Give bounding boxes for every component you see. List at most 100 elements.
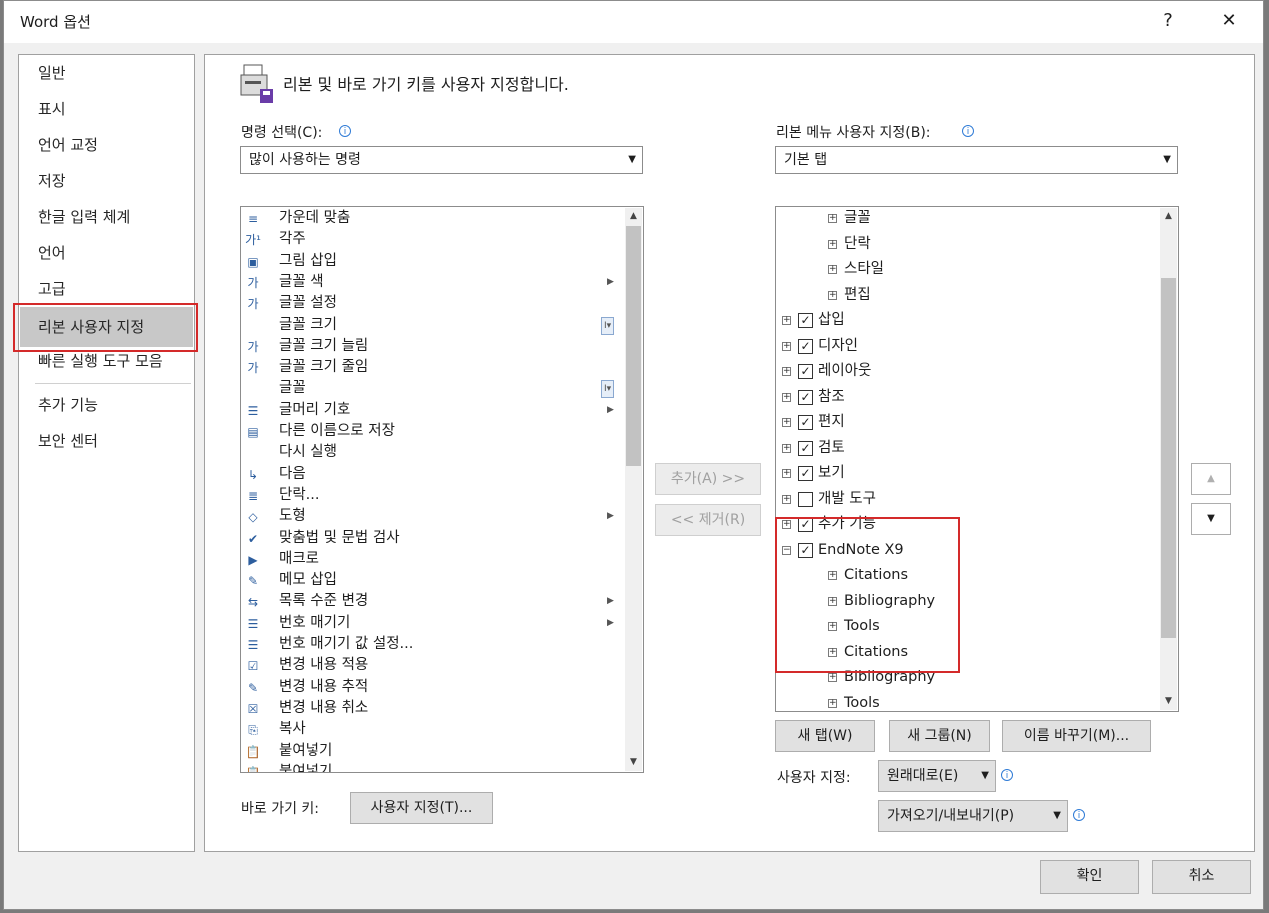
expand-icon[interactable]: + (828, 622, 837, 631)
nav-item[interactable]: 표시 (20, 91, 193, 127)
command-source-combo[interactable]: 많이 사용하는 명령 ▼ (240, 146, 643, 174)
expand-icon[interactable]: + (782, 418, 791, 427)
list-item[interactable]: ⇆ 목록 수준 변경 ▶ (243, 591, 623, 612)
tree-node[interactable]: + 개발 도구 (776, 489, 1156, 510)
nav-item[interactable]: 추가 기능 (20, 387, 193, 423)
nav-item[interactable]: 한글 입력 체계 (20, 199, 193, 235)
tab-checkbox[interactable]: ✓ (798, 364, 813, 379)
tree-node[interactable]: + ✓ 검토 (776, 438, 1156, 459)
tree-node[interactable]: + 단락 (776, 234, 1156, 255)
expand-icon[interactable]: + (782, 341, 791, 351)
nav-item[interactable]: 언어 교정 (20, 127, 193, 163)
rename-button[interactable]: 이름 바꾸기(M)... (1002, 720, 1151, 752)
tree-node[interactable]: + Tools (776, 693, 1156, 712)
list-item[interactable]: ≣ 단락... (243, 485, 623, 506)
list-item[interactable]: 가¹ 각주 (243, 229, 623, 250)
import-export-dropdown[interactable]: 가져오기/내보내기(P) ▼ (878, 800, 1068, 832)
tree-node[interactable]: + Citations (776, 642, 1156, 663)
tab-checkbox[interactable]: ✓ (798, 338, 813, 354)
move-up-icon[interactable]: ▲ (1191, 463, 1231, 495)
new-tab-button[interactable]: 새 탭(W) (775, 720, 875, 752)
tree-node[interactable]: + Tools (776, 616, 1156, 637)
tab-checkbox[interactable]: ✓ (798, 389, 813, 405)
tree-node[interactable]: + ✓ 삽입 (776, 310, 1156, 331)
expand-icon[interactable]: + (782, 367, 791, 376)
tree-node[interactable]: + ✓ 레이아웃 (776, 361, 1156, 382)
nav-item[interactable]: 고급 (20, 271, 193, 307)
scroll-up-icon[interactable]: ▲ (625, 208, 642, 225)
nav-item[interactable]: 리본 사용자 지정 (20, 307, 193, 347)
expand-icon[interactable]: + (782, 443, 791, 453)
tab-checkbox[interactable]: ✓ (798, 313, 813, 328)
close-button[interactable]: ✕ (1213, 7, 1245, 35)
list-item[interactable]: ☑ 변경 내용 적용 (243, 655, 623, 676)
expand-icon[interactable]: + (782, 520, 791, 529)
tree-node[interactable]: + ✓ 참조 (776, 387, 1156, 408)
list-item[interactable]: ✔ 맞춤법 및 문법 검사 (243, 528, 623, 549)
customize-shortcut-button[interactable]: 사용자 지정(T)... (350, 792, 493, 824)
ribbon-tabs-combo[interactable]: 기본 탭 ▼ (775, 146, 1178, 174)
list-item[interactable]: 다시 실행 (243, 442, 623, 463)
tree-node[interactable]: + Citations (776, 565, 1156, 586)
help-button[interactable]: ? (1152, 7, 1184, 35)
list-item[interactable]: ▤ 다른 이름으로 저장 (243, 421, 623, 442)
scroll-thumb[interactable] (626, 226, 641, 466)
expand-icon[interactable]: + (782, 494, 791, 504)
expand-icon[interactable]: + (828, 265, 837, 274)
reset-dropdown[interactable]: 원래대로(E) ▼ (878, 760, 996, 792)
scroll-thumb[interactable] (1161, 278, 1176, 638)
list-item[interactable]: ≡ 가운데 맞춤 (243, 208, 623, 229)
list-item[interactable]: ☒ 변경 내용 취소 (243, 698, 623, 719)
list-item[interactable]: 글꼴 크기 I▾ (243, 315, 623, 336)
nav-item[interactable]: 보안 센터 (20, 423, 193, 459)
tree-node[interactable]: + ✓ 편지 (776, 412, 1156, 433)
list-item[interactable]: ✎ 메모 삽입 (243, 570, 623, 591)
add-button[interactable]: 추가(A) >> (655, 463, 761, 495)
list-item[interactable]: ☰ 번호 매기기 값 설정... (243, 634, 623, 655)
list-item[interactable]: ☰ 글머리 기호 ▶ (243, 400, 623, 421)
nav-item[interactable]: 저장 (20, 163, 193, 199)
expand-icon[interactable]: + (828, 571, 837, 580)
new-group-button[interactable]: 새 그룹(N) (889, 720, 990, 752)
list-item[interactable]: ◇ 도형 ▶ (243, 506, 623, 527)
nav-item[interactable]: 일반 (20, 55, 193, 91)
list-item[interactable]: 가 글꼴 크기 늘림 (243, 336, 623, 357)
scroll-down-icon[interactable]: ▼ (1160, 693, 1177, 710)
tree-node[interactable]: + ✓ 추가 기능 (776, 514, 1156, 535)
tree-node[interactable]: + ✓ 디자인 (776, 336, 1156, 357)
expand-icon[interactable]: + (782, 392, 791, 402)
scroll-down-icon[interactable]: ▼ (625, 754, 642, 771)
list-item[interactable]: ▶ 매크로 (243, 549, 623, 570)
move-down-icon[interactable]: ▼ (1191, 503, 1231, 535)
expand-icon[interactable]: + (828, 673, 837, 682)
list-item[interactable]: ⎘ 복사 (243, 719, 623, 740)
list-item[interactable]: ↳ 다음 (243, 464, 623, 485)
list-item[interactable]: 📋 붙여넣기 (243, 762, 623, 772)
tab-checkbox[interactable]: ✓ (798, 415, 813, 430)
list-item[interactable]: 글꼴 I▾ (243, 378, 623, 399)
tree-node[interactable]: + Bibliography (776, 591, 1156, 612)
expand-icon[interactable]: + (828, 214, 837, 223)
ok-button[interactable]: 확인 (1040, 860, 1139, 894)
scroll-up-icon[interactable]: ▲ (1160, 208, 1177, 225)
tree-node[interactable]: + 편집 (776, 285, 1156, 306)
cancel-button[interactable]: 취소 (1152, 860, 1251, 894)
expand-icon[interactable]: + (828, 647, 837, 657)
list-item[interactable]: ▣ 그림 삽입 (243, 251, 623, 272)
expand-icon[interactable]: + (828, 239, 837, 249)
expand-icon[interactable]: + (828, 596, 837, 606)
collapse-icon[interactable]: − (782, 545, 791, 555)
remove-button[interactable]: << 제거(R) (655, 504, 761, 536)
nav-item[interactable]: 빠른 실행 도구 모음 (20, 343, 193, 379)
tab-checkbox[interactable]: ✓ (798, 517, 813, 532)
tab-checkbox[interactable]: ✓ (798, 542, 813, 558)
nav-item[interactable]: 언어 (20, 235, 193, 271)
list-item[interactable]: ✎ 변경 내용 추적 (243, 677, 623, 698)
list-item[interactable]: ☰ 번호 매기기 ▶ (243, 613, 623, 634)
tab-checkbox[interactable]: ✓ (798, 466, 813, 481)
tree-node[interactable]: + 스타일 (776, 259, 1156, 280)
tab-checkbox[interactable]: ✓ (798, 440, 813, 456)
ribbon-tree-scrollbar[interactable]: ▲ ▼ (1160, 208, 1177, 710)
tree-node[interactable]: + ✓ 보기 (776, 463, 1156, 484)
expand-icon[interactable]: + (828, 290, 837, 300)
